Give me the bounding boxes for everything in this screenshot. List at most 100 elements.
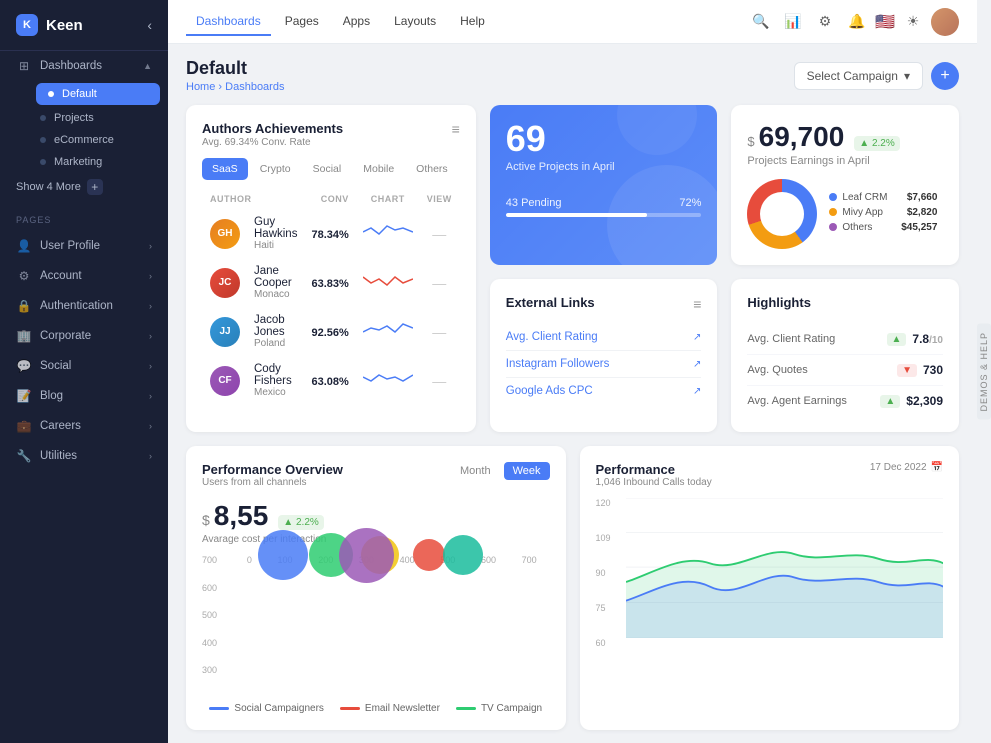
nav-link-layouts[interactable]: Layouts (384, 8, 446, 36)
sidebar-collapse-button[interactable]: ‹ (147, 17, 152, 33)
sidebar-item-social[interactable]: 💬 Social › (0, 351, 168, 381)
careers-icon: 💼 (16, 418, 32, 434)
sidebar-item-careers[interactable]: 💼 Careers › (0, 411, 168, 441)
view-action-jacob[interactable]: — (432, 324, 446, 340)
language-flag[interactable]: 🇺🇸 (875, 12, 895, 32)
chevron-down-icon: ▾ (904, 69, 910, 83)
authors-subtitle: Avg. 69.34% Conv. Rate (202, 137, 343, 148)
avatar-jane: JC (210, 268, 240, 298)
nav-link-dashboards[interactable]: Dashboards (186, 8, 271, 36)
col-conv: CONV (305, 190, 354, 208)
highlight-value-1: 730 (923, 363, 943, 377)
bubble-3 (339, 528, 394, 583)
sidebar-item-authentication[interactable]: 🔒 Authentication › (0, 291, 168, 321)
author-location-cody: Mexico (254, 387, 297, 398)
external-links-menu-icon[interactable]: ≡ (693, 296, 701, 312)
nav-link-apps[interactable]: Apps (333, 8, 380, 36)
tab-saas[interactable]: SaaS (202, 158, 248, 180)
highlights-title: Highlights (747, 295, 811, 310)
ext-link-arrow-2: ↗ (693, 386, 701, 397)
ext-link-label-2[interactable]: Google Ads CPC (506, 385, 593, 397)
calendar-icon[interactable]: 📅 (931, 462, 943, 473)
bubble-4 (413, 539, 445, 571)
user-avatar[interactable] (931, 8, 959, 36)
chevron-right-icon3: › (149, 301, 152, 311)
week-btn[interactable]: Week (504, 462, 550, 480)
highlight-row-0: Avg. Client Rating ▲ 7.8/10 (747, 324, 943, 355)
settings-icon[interactable]: ⚙ (811, 8, 839, 36)
ext-link-label-0[interactable]: Avg. Client Rating (506, 331, 598, 343)
sidebar-label-blog: Blog (40, 390, 63, 402)
nav-link-help[interactable]: Help (450, 8, 495, 36)
chevron-right-icon7: › (149, 421, 152, 431)
sidebar-logo: K Keen ‹ (0, 0, 168, 51)
tab-others[interactable]: Others (406, 158, 458, 180)
col-author: AUTHOR (204, 190, 303, 208)
search-icon[interactable]: 🔍 (747, 8, 775, 36)
tab-social[interactable]: Social (303, 158, 352, 180)
col-chart: CHART (357, 190, 419, 208)
perf-overview-subtitle: Users from all channels (202, 477, 343, 488)
author-name-cody: Cody Fishers (254, 363, 297, 387)
sparkline-jacob (363, 318, 413, 342)
legend-value-leaf: $7,660 (892, 192, 937, 203)
sidebar-item-blog[interactable]: 📝 Blog › (0, 381, 168, 411)
sidebar-item-utilities[interactable]: 🔧 Utilities › (0, 441, 168, 471)
ext-link-label-1[interactable]: Instagram Followers (506, 358, 610, 370)
legend-label-social: Social Campaigners (234, 703, 324, 714)
chart-icon[interactable]: 📊 (779, 8, 807, 36)
month-btn[interactable]: Month (451, 462, 500, 480)
legend-dot-leaf (829, 193, 837, 201)
sidebar-item-ecommerce[interactable]: eCommerce (28, 129, 168, 151)
sidebar-item-corporate[interactable]: 🏢 Corporate › (0, 321, 168, 351)
col-view: VIEW (421, 190, 458, 208)
show-more-button[interactable]: Show 4 More + (0, 173, 168, 201)
breadcrumb-current: Dashboards (225, 81, 284, 93)
sidebar-item-marketing[interactable]: Marketing (28, 151, 168, 173)
ext-link-item: Instagram Followers ↗ (506, 351, 702, 378)
help-panel-label[interactable]: DEMOS & HELP (977, 324, 991, 420)
performance-card: Performance 1,046 Inbound Calls today 17… (580, 446, 960, 730)
tab-crypto[interactable]: Crypto (250, 158, 301, 180)
highlight-label-1: Avg. Quotes (747, 364, 807, 376)
nav-link-pages[interactable]: Pages (275, 8, 329, 36)
progress-fill (506, 213, 647, 217)
authors-menu-icon[interactable]: ≡ (452, 121, 460, 137)
sidebar-item-default[interactable]: Default (36, 83, 160, 105)
chevron-right-icon4: › (149, 331, 152, 341)
author-conv-cody: 63.08% (311, 376, 348, 388)
view-action-cody[interactable]: — (432, 373, 446, 389)
view-action-guy[interactable]: — (432, 226, 446, 242)
sidebar-item-user-profile[interactable]: 👤 User Profile › (0, 231, 168, 261)
highlight-row-2: Avg. Agent Earnings ▲ $2,309 (747, 386, 943, 416)
show-more-plus-icon[interactable]: + (87, 179, 103, 195)
performance-title: Performance (596, 462, 712, 477)
bubble-5 (443, 535, 483, 575)
author-conv-guy: 78.34% (311, 229, 348, 241)
month-week-toggle: Month Week (451, 462, 550, 480)
dashboards-icon: ⊞ (16, 58, 32, 74)
sidebar-label-corporate: Corporate (40, 330, 91, 342)
sidebar-label-authentication: Authentication (40, 300, 113, 312)
external-links-card: External Links ≡ Avg. Client Rating ↗ In… (490, 279, 718, 432)
sidebar-label-ecommerce: eCommerce (54, 134, 114, 146)
tab-mobile[interactable]: Mobile (353, 158, 404, 180)
breadcrumb-home[interactable]: Home (186, 81, 215, 93)
sidebar-item-account[interactable]: ⚙ Account › (0, 261, 168, 291)
sidebar-item-projects[interactable]: Projects (28, 107, 168, 129)
author-conv-jane: 63.83% (311, 278, 348, 290)
theme-icon[interactable]: ☀ (899, 8, 927, 36)
view-action-jane[interactable]: — (432, 275, 446, 291)
earnings-badge: ▲ 2.2% (854, 136, 899, 151)
earnings-legend: Leaf CRM $7,660 Mivy App $2,820 Others $… (829, 192, 937, 237)
legend-label-email: Email Newsletter (365, 703, 440, 714)
table-row: JC Jane Cooper Monaco 63.83% (204, 259, 458, 306)
select-campaign-dropdown[interactable]: Select Campaign ▾ (794, 62, 923, 90)
main-content: Dashboards Pages Apps Layouts Help 🔍 📊 ⚙… (168, 0, 977, 743)
pending-label: 43 Pending (506, 197, 562, 209)
perf-badge: ▲ 2.2% (278, 515, 323, 530)
notifications-icon[interactable]: 🔔 (843, 8, 871, 36)
author-location-jacob: Poland (254, 338, 297, 349)
add-button[interactable]: + (931, 62, 959, 90)
sidebar-item-dashboards[interactable]: ⊞ Dashboards ▲ (0, 51, 168, 81)
